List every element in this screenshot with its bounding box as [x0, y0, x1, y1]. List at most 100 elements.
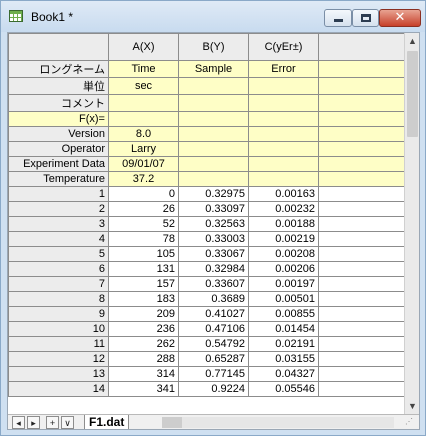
label-row-header[interactable]: コメント: [8, 94, 109, 112]
data-cell[interactable]: 0.00219: [248, 231, 319, 247]
data-cell[interactable]: 0.32984: [178, 261, 249, 277]
data-cell-empty[interactable]: [318, 216, 405, 232]
data-cell[interactable]: 0.00208: [248, 246, 319, 262]
data-cell[interactable]: 0.01454: [248, 321, 319, 337]
data-cell[interactable]: 0.54792: [178, 336, 249, 352]
data-cell[interactable]: 0.41027: [178, 306, 249, 322]
data-cell[interactable]: 0.03155: [248, 351, 319, 367]
sheet-nav-next-button[interactable]: ▸: [27, 416, 40, 429]
data-cell-empty[interactable]: [318, 366, 405, 382]
close-button[interactable]: ✕: [379, 9, 421, 27]
label-cell[interactable]: [108, 94, 179, 112]
label-cell[interactable]: [248, 171, 319, 187]
label-row-header[interactable]: F(x)=: [8, 111, 109, 127]
title-bar[interactable]: Book1 * ✕: [1, 1, 425, 32]
data-cell[interactable]: 78: [108, 231, 179, 247]
label-cell[interactable]: [248, 126, 319, 142]
label-cell[interactable]: [248, 94, 319, 112]
label-cell[interactable]: [178, 126, 249, 142]
label-cell-empty[interactable]: [318, 60, 405, 78]
data-cell-empty[interactable]: [318, 231, 405, 247]
data-cell[interactable]: 0.77145: [178, 366, 249, 382]
label-row-header[interactable]: ロングネーム: [8, 60, 109, 78]
sheet-nav-prev-button[interactable]: ◂: [12, 416, 25, 429]
column-header[interactable]: A(X): [108, 33, 179, 61]
data-cell[interactable]: 0.47106: [178, 321, 249, 337]
label-cell-empty[interactable]: [318, 94, 405, 112]
resize-grip-icon[interactable]: ⋰: [405, 417, 417, 429]
label-cell[interactable]: [178, 171, 249, 187]
label-cell[interactable]: [108, 111, 179, 127]
row-header[interactable]: 5: [8, 246, 109, 262]
label-cell-empty[interactable]: [318, 171, 405, 187]
label-row-header[interactable]: Temperature: [8, 171, 109, 187]
label-cell[interactable]: [248, 141, 319, 157]
row-header[interactable]: 13: [8, 366, 109, 382]
data-cell-empty[interactable]: [318, 246, 405, 262]
data-cell-empty[interactable]: [318, 351, 405, 367]
data-cell-empty[interactable]: [318, 306, 405, 322]
row-header[interactable]: 7: [8, 276, 109, 292]
label-cell-empty[interactable]: [318, 126, 405, 142]
row-header[interactable]: 4: [8, 231, 109, 247]
row-header[interactable]: 11: [8, 336, 109, 352]
label-cell[interactable]: Error: [248, 60, 319, 78]
label-cell[interactable]: [178, 94, 249, 112]
data-cell[interactable]: 157: [108, 276, 179, 292]
data-cell[interactable]: 262: [108, 336, 179, 352]
label-cell[interactable]: 37.2: [108, 171, 179, 187]
data-cell[interactable]: 288: [108, 351, 179, 367]
data-cell-empty[interactable]: [318, 381, 405, 397]
add-sheet-button[interactable]: +: [46, 416, 59, 429]
label-cell-empty[interactable]: [318, 141, 405, 157]
vertical-scroll-thumb[interactable]: [407, 51, 418, 137]
label-row-header[interactable]: Version: [8, 126, 109, 142]
scroll-up-arrow-icon[interactable]: ▲: [405, 33, 419, 49]
row-header[interactable]: 6: [8, 261, 109, 277]
label-cell[interactable]: sec: [108, 77, 179, 95]
label-cell[interactable]: [178, 141, 249, 157]
row-header[interactable]: 1: [8, 186, 109, 202]
row-header[interactable]: 12: [8, 351, 109, 367]
sheet-list-button[interactable]: ∨: [61, 416, 74, 429]
data-cell[interactable]: 0.33607: [178, 276, 249, 292]
data-cell[interactable]: 0.00188: [248, 216, 319, 232]
data-cell[interactable]: 52: [108, 216, 179, 232]
data-cell[interactable]: 0: [108, 186, 179, 202]
sheet-tab-f1-dat[interactable]: F1.dat: [84, 415, 130, 429]
label-cell[interactable]: [248, 77, 319, 95]
data-cell[interactable]: 105: [108, 246, 179, 262]
label-cell[interactable]: 09/01/07: [108, 156, 179, 172]
label-cell[interactable]: [248, 111, 319, 127]
row-header[interactable]: 9: [8, 306, 109, 322]
data-cell[interactable]: 0.02191: [248, 336, 319, 352]
label-cell[interactable]: Larry: [108, 141, 179, 157]
label-cell-empty[interactable]: [318, 111, 405, 127]
label-cell-empty[interactable]: [318, 77, 405, 95]
data-cell[interactable]: 0.3689: [178, 291, 249, 307]
data-cell[interactable]: 0.04327: [248, 366, 319, 382]
vertical-scrollbar[interactable]: ▲ ▼: [404, 33, 419, 414]
label-row-header[interactable]: Experiment Data: [8, 156, 109, 172]
data-cell-empty[interactable]: [318, 291, 405, 307]
row-header[interactable]: 3: [8, 216, 109, 232]
data-cell[interactable]: 341: [108, 381, 179, 397]
data-cell[interactable]: 314: [108, 366, 179, 382]
data-cell[interactable]: 0.00232: [248, 201, 319, 217]
row-header[interactable]: 2: [8, 201, 109, 217]
minimize-button[interactable]: [324, 9, 352, 27]
column-header[interactable]: C(yEr±): [248, 33, 319, 61]
data-cell[interactable]: 0.00855: [248, 306, 319, 322]
label-row-header[interactable]: 単位: [8, 77, 109, 95]
data-cell[interactable]: 0.33097: [178, 201, 249, 217]
label-cell[interactable]: [178, 111, 249, 127]
label-cell-empty[interactable]: [318, 156, 405, 172]
data-cell-empty[interactable]: [318, 201, 405, 217]
data-cell[interactable]: 0.00501: [248, 291, 319, 307]
scroll-down-arrow-icon[interactable]: ▼: [405, 398, 419, 414]
data-cell[interactable]: 0.32563: [178, 216, 249, 232]
data-cell[interactable]: 0.65287: [178, 351, 249, 367]
data-cell[interactable]: 131: [108, 261, 179, 277]
data-cell[interactable]: 0.00197: [248, 276, 319, 292]
label-cell[interactable]: [178, 77, 249, 95]
